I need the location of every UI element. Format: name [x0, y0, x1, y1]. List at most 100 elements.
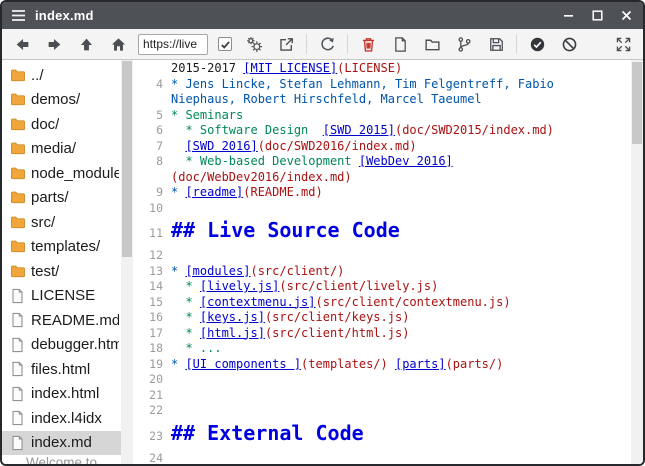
reload-button[interactable]: [313, 32, 341, 57]
code-line[interactable]: * [html.js](src/client/html.js): [163, 326, 409, 342]
code-token: ## Live Source Code: [171, 218, 400, 242]
new-file-icon: [392, 36, 409, 53]
file-item-index.html[interactable]: index.html: [2, 382, 121, 407]
code-row: 9* [readme](README.md): [133, 185, 631, 201]
line-number: 22: [133, 403, 163, 419]
folder-icon: [9, 264, 26, 279]
code-line[interactable]: [163, 372, 178, 388]
block-icon: [561, 36, 578, 53]
versions-button[interactable]: [450, 32, 478, 57]
code-line[interactable]: [163, 388, 178, 404]
line-number: 7: [133, 139, 163, 155]
delete-button[interactable]: [354, 32, 382, 57]
forward-button[interactable]: [40, 32, 68, 57]
code-line[interactable]: * [keys.js](src/client/keys.js): [163, 310, 409, 326]
back-button[interactable]: [8, 32, 36, 57]
line-number: 8: [133, 154, 163, 170]
file-item-debugger.html[interactable]: debugger.html: [2, 333, 121, 358]
code-line[interactable]: * [readme](README.md): [163, 185, 323, 201]
up-button[interactable]: [72, 32, 100, 57]
file-item-label: files.html: [31, 361, 90, 378]
toolbar-checkbox[interactable]: [218, 37, 232, 51]
arrow-right-icon: [46, 36, 63, 53]
url-input[interactable]: [138, 34, 208, 55]
maximize-button[interactable]: [589, 8, 605, 24]
code-line[interactable]: [163, 403, 178, 419]
sidebar-scrollbar[interactable]: [121, 60, 133, 464]
code-line[interactable]: * Web-based Development [WebDev 2016]: [163, 154, 453, 170]
code-line[interactable]: * [contextmenu.js](src/client/contextmen…: [163, 295, 511, 311]
code-line[interactable]: * Software Design [SWD 2015](doc/SWD2015…: [163, 123, 554, 139]
file-item-label: ../: [31, 67, 44, 84]
code-line[interactable]: [163, 201, 178, 217]
settings-button[interactable]: [240, 32, 268, 57]
code-line[interactable]: ## External Code: [163, 419, 364, 448]
file-item-license[interactable]: LICENSE: [2, 284, 121, 309]
file-item-node_modules[interactable]: node_modules/: [2, 161, 121, 186]
code-line[interactable]: ## Live Source Code: [163, 216, 400, 245]
code-row: 18 * ...: [133, 341, 631, 357]
home-icon: [110, 36, 127, 53]
code-token: *: [171, 326, 200, 340]
file-item-index.md[interactable]: index.md: [2, 431, 121, 456]
accept-button[interactable]: [523, 32, 551, 57]
code-line[interactable]: * [lively.js](src/client/lively.js): [163, 279, 438, 295]
file-browser: ../ demos/doc/media/node_modules/parts/sr…: [2, 60, 121, 464]
save-button[interactable]: [482, 32, 510, 57]
file-item-label: index.l4idx: [31, 410, 102, 427]
code-row: 4* Jens Lincke, Stefan Lehmann, Tim Felg…: [133, 77, 631, 93]
code-token: (doc/SWD2016/index.md): [258, 139, 417, 153]
line-number: [133, 170, 163, 186]
line-number: 17: [133, 326, 163, 342]
file-item-index.l4idx[interactable]: index.l4idx: [2, 406, 121, 431]
scrollbar-thumb[interactable]: [632, 62, 642, 144]
file-item-test[interactable]: test/: [2, 259, 121, 284]
code-line[interactable]: [163, 248, 178, 264]
file-item-src[interactable]: src/: [2, 210, 121, 235]
code-token: *: [171, 264, 185, 278]
file-item-templates[interactable]: templates/: [2, 235, 121, 260]
file-item-readme.md[interactable]: README.md: [2, 308, 121, 333]
editor-scrollbar[interactable]: [631, 60, 643, 464]
code-token: * Software Design: [171, 123, 323, 137]
line-number: 19: [133, 357, 163, 373]
code-line[interactable]: Niephaus, Robert Hirschfeld, Marcel Taeu…: [163, 92, 482, 108]
file-item-files.html[interactable]: files.html: [2, 357, 121, 382]
code-line[interactable]: * Jens Lincke, Stefan Lehmann, Tim Felge…: [163, 77, 554, 93]
close-button[interactable]: [618, 8, 634, 24]
code-line[interactable]: [SWD 2016](doc/SWD2016/index.md): [163, 139, 417, 155]
folder-icon: [9, 92, 26, 107]
fullscreen-button[interactable]: [609, 32, 637, 57]
file-item-doc[interactable]: doc/: [2, 112, 121, 137]
home-button[interactable]: [104, 32, 132, 57]
code-row: 14 * [lively.js](src/client/lively.js): [133, 279, 631, 295]
minimize-button[interactable]: [560, 8, 576, 24]
code-line[interactable]: (doc/WebDev2016/index.md): [163, 170, 352, 186]
line-number: 16: [133, 310, 163, 326]
code-line[interactable]: * [UI components ](templates/) [parts](p…: [163, 357, 503, 373]
new-folder-button[interactable]: [418, 32, 446, 57]
file-item-..[interactable]: ../: [2, 63, 121, 88]
code-line[interactable]: * [modules](src/client/): [163, 264, 344, 280]
file-item-parts[interactable]: parts/: [2, 186, 121, 211]
code-token: *: [171, 279, 200, 293]
code-row: 6 * Software Design [SWD 2015](doc/SWD20…: [133, 123, 631, 139]
scrollbar-thumb[interactable]: [122, 61, 132, 257]
folder-icon: [9, 68, 26, 83]
open-in-new-window-button[interactable]: [272, 32, 300, 57]
code-line[interactable]: [163, 451, 178, 465]
file-item-label: templates/: [31, 238, 100, 255]
code-line[interactable]: * Seminars: [163, 108, 243, 124]
file-item-demos[interactable]: demos/: [2, 88, 121, 113]
new-file-button[interactable]: [386, 32, 414, 57]
menu-icon[interactable]: [11, 9, 26, 22]
code-line[interactable]: 2015-2017 [MIT LICENSE](LICENSE): [163, 61, 402, 77]
titlebar: index.md: [2, 2, 643, 29]
window-title: index.md: [35, 8, 94, 23]
code-line[interactable]: * ...: [163, 341, 222, 357]
file-item-label: README.md: [31, 312, 119, 329]
file-item-media[interactable]: media/: [2, 137, 121, 162]
code-row: 16 * [keys.js](src/client/keys.js): [133, 310, 631, 326]
cancel-button[interactable]: [555, 32, 583, 57]
code-token: (src/client/): [250, 264, 344, 278]
